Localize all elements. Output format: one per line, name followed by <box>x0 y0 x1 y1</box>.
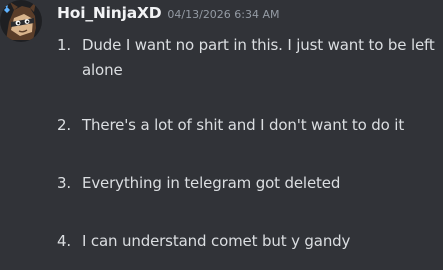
list-item-number: 2. <box>57 116 72 134</box>
list-item-number: 1. <box>57 36 72 54</box>
list-item-text: Everything in telegram got deleted <box>82 174 341 192</box>
list-item-text: Dude I want no part in this. I just want… <box>82 36 435 79</box>
list-item-text: I can understand comet but y gandy <box>82 232 351 250</box>
list-item-number: 3. <box>57 174 72 192</box>
ordered-list: 1. Dude I want no part in this. I just w… <box>0 0 443 270</box>
list-item-number: 4. <box>57 232 72 250</box>
list-item: 2. There's a lot of shit and I don't wan… <box>57 113 443 138</box>
chat-message: Hoi_NinjaXD 04/13/2026 6:34 AM 1. Dude I … <box>0 0 443 270</box>
list-item: 3. Everything in telegram got deleted <box>57 171 443 196</box>
list-item: 1. Dude I want no part in this. I just w… <box>57 33 443 83</box>
list-item-text: There's a lot of shit and I don't want t… <box>82 116 405 134</box>
list-item: 4. I can understand comet but y gandy <box>57 229 443 254</box>
